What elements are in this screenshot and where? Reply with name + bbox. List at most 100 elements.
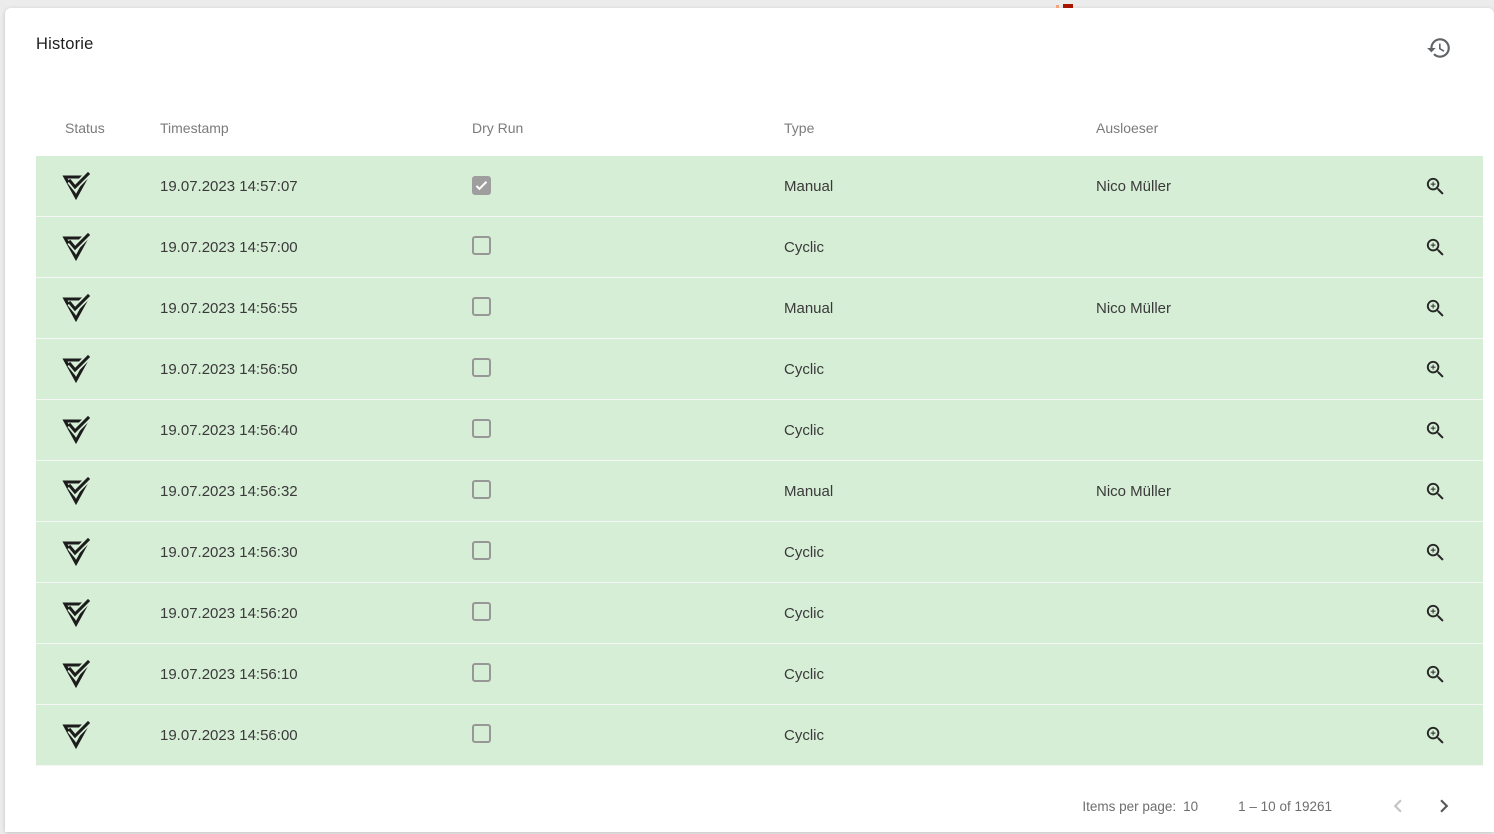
- timestamp-cell: 19.07.2023 14:57:07: [160, 178, 472, 195]
- historie-card: Historie Status Timestamp Dry Run Type A…: [5, 8, 1494, 832]
- table-row: 19.07.2023 14:56:20 Cyclic: [36, 583, 1483, 644]
- status-cell: [36, 415, 160, 445]
- check-icon: [474, 178, 489, 193]
- zoom-in-icon: [1424, 602, 1447, 625]
- ausloeser-cell: Nico Müller: [1096, 178, 1422, 195]
- zoom-in-button[interactable]: [1422, 539, 1448, 565]
- type-cell: Cyclic: [784, 605, 1096, 622]
- dry-run-checkbox[interactable]: [472, 358, 491, 377]
- timestamp-cell: 19.07.2023 14:56:00: [160, 727, 472, 744]
- dry-run-cell: [472, 358, 784, 381]
- dry-run-checkbox[interactable]: [472, 663, 491, 682]
- dry-run-checkbox[interactable]: [472, 297, 491, 316]
- history-button[interactable]: [1417, 26, 1461, 70]
- deployment-success-triangle-check-icon: [61, 354, 91, 384]
- status-cell: [36, 598, 160, 628]
- zoom-in-button[interactable]: [1422, 356, 1448, 382]
- dry-run-checkbox[interactable]: [472, 480, 491, 499]
- status-cell: [36, 232, 160, 262]
- dry-run-checkbox[interactable]: [472, 724, 491, 743]
- type-cell: Manual: [784, 300, 1096, 317]
- zoom-in-button[interactable]: [1422, 417, 1448, 443]
- zoom-in-icon: [1424, 663, 1447, 686]
- items-per-page-select[interactable]: 10: [1183, 799, 1198, 814]
- status-cell: [36, 537, 160, 567]
- dry-run-cell: [472, 176, 784, 197]
- type-cell: Cyclic: [784, 239, 1096, 256]
- dry-run-checkbox[interactable]: [472, 541, 491, 560]
- next-page-button[interactable]: [1431, 793, 1457, 819]
- type-cell: Cyclic: [784, 544, 1096, 561]
- deployment-success-triangle-check-icon: [61, 659, 91, 689]
- table-row: 19.07.2023 14:56:50 Cyclic: [36, 339, 1483, 400]
- table-row: 19.07.2023 14:57:07 Manual Nico Müller: [36, 156, 1483, 217]
- status-cell: [36, 171, 160, 201]
- type-cell: Cyclic: [784, 727, 1096, 744]
- type-cell: Cyclic: [784, 666, 1096, 683]
- top-edge-artifact-dot: [1056, 5, 1059, 8]
- column-header-status: Status: [36, 120, 160, 136]
- zoom-in-button[interactable]: [1422, 173, 1448, 199]
- table-row: 19.07.2023 14:56:40 Cyclic: [36, 400, 1483, 461]
- timestamp-cell: 19.07.2023 14:56:20: [160, 605, 472, 622]
- zoom-in-icon: [1424, 480, 1447, 503]
- chevron-right-icon: [1431, 793, 1457, 819]
- zoom-in-button[interactable]: [1422, 600, 1448, 626]
- dry-run-checkbox[interactable]: [472, 236, 491, 255]
- zoom-in-button[interactable]: [1422, 478, 1448, 504]
- timestamp-cell: 19.07.2023 14:56:55: [160, 300, 472, 317]
- chevron-left-icon: [1385, 793, 1411, 819]
- deployment-success-triangle-check-icon: [61, 171, 91, 201]
- deployment-success-triangle-check-icon: [61, 293, 91, 323]
- type-cell: Cyclic: [784, 361, 1096, 378]
- zoom-in-icon: [1424, 297, 1447, 320]
- type-cell: Manual: [784, 178, 1096, 195]
- dry-run-cell: [472, 724, 784, 747]
- action-cell: [1422, 722, 1483, 748]
- timestamp-cell: 19.07.2023 14:56:10: [160, 666, 472, 683]
- zoom-in-button[interactable]: [1422, 234, 1448, 260]
- dry-run-cell: [472, 297, 784, 320]
- deployment-success-triangle-check-icon: [61, 598, 91, 628]
- dry-run-checkbox[interactable]: [472, 176, 491, 195]
- dry-run-checkbox[interactable]: [472, 602, 491, 621]
- action-cell: [1422, 478, 1483, 504]
- status-cell: [36, 659, 160, 689]
- zoom-in-icon: [1424, 358, 1447, 381]
- deployment-success-triangle-check-icon: [61, 720, 91, 750]
- table-body: 19.07.2023 14:57:07 Manual Nico Müller: [5, 156, 1494, 766]
- zoom-in-button[interactable]: [1422, 295, 1448, 321]
- zoom-in-button[interactable]: [1422, 722, 1448, 748]
- action-cell: [1422, 234, 1483, 260]
- action-cell: [1422, 539, 1483, 565]
- action-cell: [1422, 417, 1483, 443]
- action-cell: [1422, 356, 1483, 382]
- column-header-timestamp: Timestamp: [160, 120, 472, 136]
- dry-run-checkbox[interactable]: [472, 419, 491, 438]
- column-header-ausloeser: Ausloeser: [1096, 120, 1422, 136]
- table-row: 19.07.2023 14:56:30 Cyclic: [36, 522, 1483, 583]
- type-cell: Cyclic: [784, 422, 1096, 439]
- dry-run-cell: [472, 480, 784, 503]
- column-header-type: Type: [784, 120, 1096, 136]
- dry-run-cell: [472, 663, 784, 686]
- timestamp-cell: 19.07.2023 14:56:30: [160, 544, 472, 561]
- timestamp-cell: 19.07.2023 14:56:50: [160, 361, 472, 378]
- paginator-range-label: 1 – 10 of 19261: [1238, 799, 1332, 814]
- action-cell: [1422, 600, 1483, 626]
- table-row: 19.07.2023 14:56:00 Cyclic: [36, 705, 1483, 766]
- status-cell: [36, 720, 160, 750]
- previous-page-button[interactable]: [1385, 793, 1411, 819]
- dry-run-cell: [472, 602, 784, 625]
- table-row: 19.07.2023 14:57:00 Cyclic: [36, 217, 1483, 278]
- dry-run-cell: [472, 541, 784, 564]
- ausloeser-cell: Nico Müller: [1096, 483, 1422, 500]
- zoom-in-icon: [1424, 175, 1447, 198]
- zoom-in-button[interactable]: [1422, 661, 1448, 687]
- status-cell: [36, 476, 160, 506]
- zoom-in-icon: [1424, 724, 1447, 747]
- timestamp-cell: 19.07.2023 14:56:40: [160, 422, 472, 439]
- paginator: Items per page: 10 1 – 10 of 19261: [5, 778, 1494, 834]
- history-icon: [1426, 35, 1452, 61]
- action-cell: [1422, 295, 1483, 321]
